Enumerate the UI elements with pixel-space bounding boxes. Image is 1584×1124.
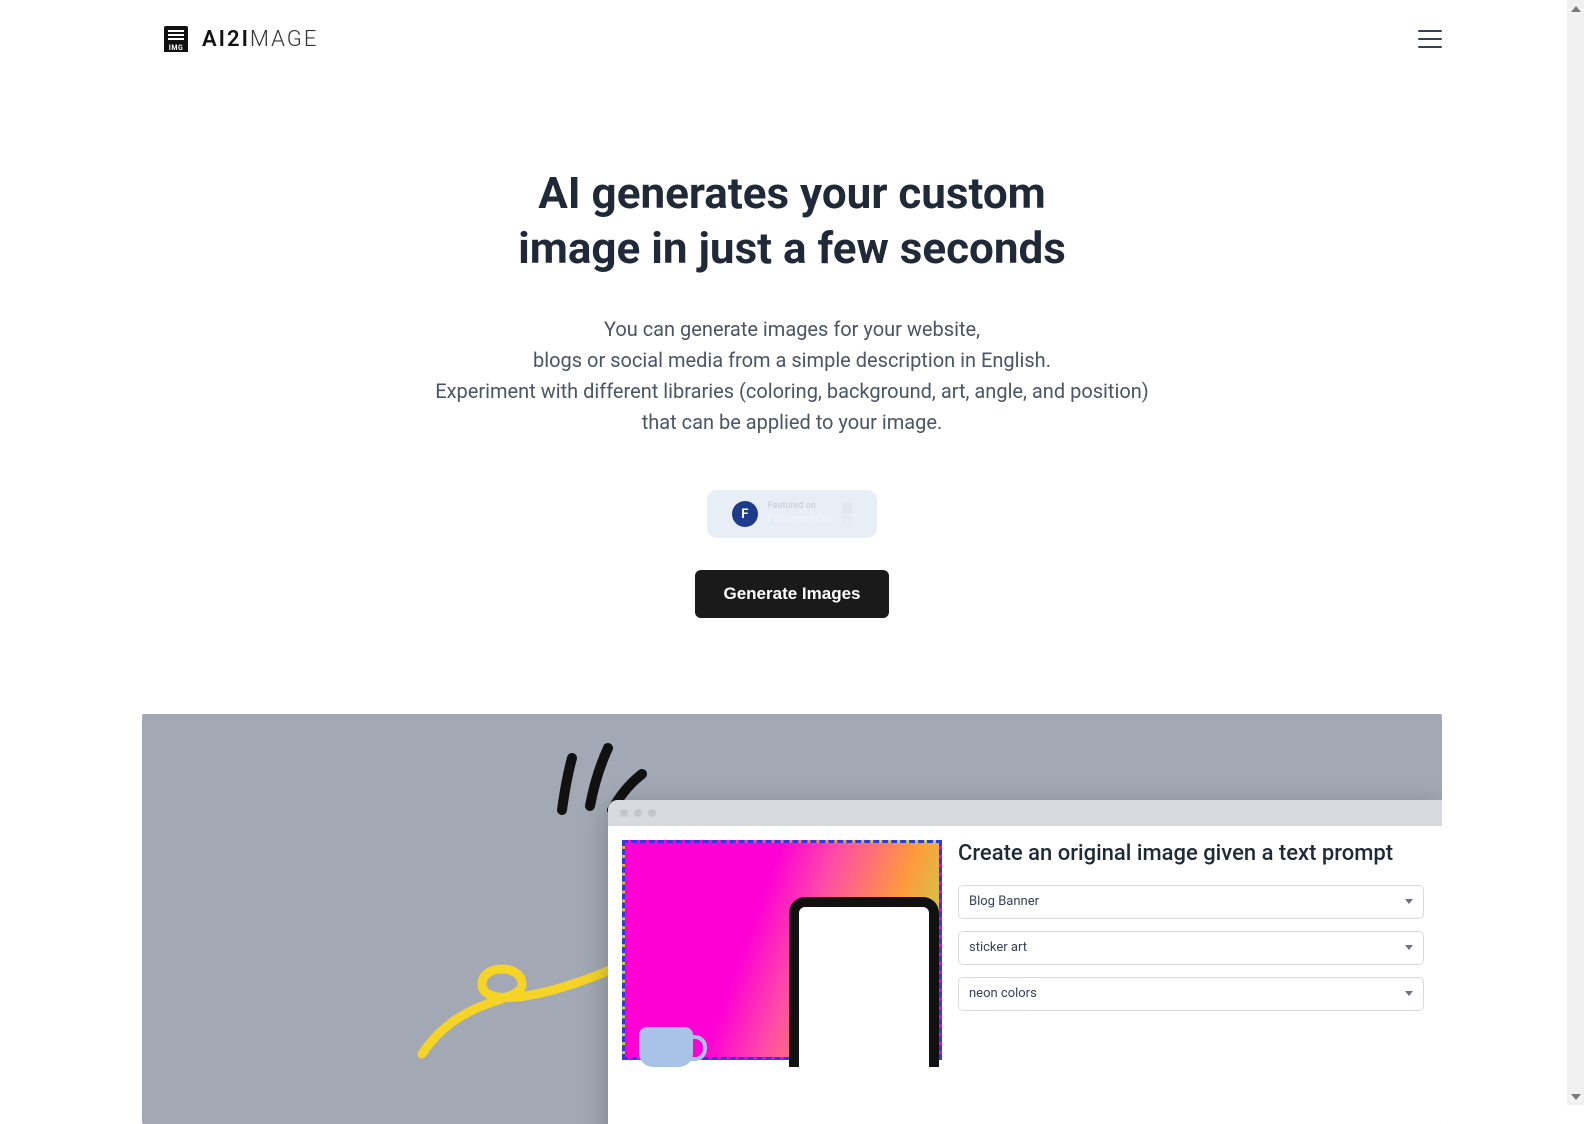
chevron-down-icon bbox=[1571, 1094, 1581, 1100]
site-header: AI2IMAGE bbox=[142, 0, 1442, 78]
menu-icon[interactable] bbox=[1418, 30, 1442, 48]
featured-badge[interactable]: F Featured on Futurepedia 71 bbox=[707, 490, 877, 538]
demo-panel-title: Create an original image given a text pr… bbox=[958, 840, 1424, 869]
generate-images-button[interactable]: Generate Images bbox=[695, 570, 888, 618]
badge-count-value: 71 bbox=[842, 516, 852, 526]
demo-select-value: sticker art bbox=[969, 940, 1027, 955]
hero-section: AI generates your custom image in just a… bbox=[142, 78, 1442, 618]
scroll-up-button[interactable] bbox=[1567, 0, 1584, 17]
image-preview bbox=[622, 840, 942, 1060]
window-dot-icon bbox=[648, 809, 656, 817]
window-dot-icon bbox=[634, 809, 642, 817]
chevron-down-icon bbox=[1405, 899, 1413, 904]
window-titlebar bbox=[608, 800, 1442, 826]
hero-sub-line2: blogs or social media from a simple desc… bbox=[533, 348, 1051, 372]
hero-title-line2: image in just a few seconds bbox=[518, 222, 1066, 274]
chevron-down-icon bbox=[1405, 945, 1413, 950]
brand-logo[interactable]: AI2IMAGE bbox=[164, 26, 318, 52]
demo-select-type[interactable]: Blog Banner bbox=[958, 885, 1424, 919]
brand-name: AI2IMAGE bbox=[202, 27, 318, 52]
badge-logo-icon: F bbox=[732, 501, 758, 527]
hero-sub-line1: You can generate images for your website… bbox=[604, 317, 980, 341]
hero-title-line1: AI generates your custom bbox=[538, 167, 1046, 219]
scrollbar[interactable] bbox=[1567, 0, 1584, 1105]
bookmark-icon bbox=[842, 502, 852, 514]
demo-panel: Create an original image given a text pr… bbox=[958, 840, 1430, 1060]
brand-name-bold: AI2I bbox=[202, 27, 250, 52]
chevron-down-icon bbox=[1405, 991, 1413, 996]
demo-select-style[interactable]: sticker art bbox=[958, 931, 1424, 965]
showcase-section: Create an original image given a text pr… bbox=[142, 714, 1442, 1124]
chevron-up-icon bbox=[1571, 6, 1581, 12]
brand-icon bbox=[164, 26, 188, 52]
window-dot-icon bbox=[620, 809, 628, 817]
badge-text: Featured on Futurepedia bbox=[768, 502, 832, 525]
hero-sub-line4: that can be applied to your image. bbox=[642, 410, 943, 434]
hero-title: AI generates your custom image in just a… bbox=[142, 166, 1442, 276]
brand-name-light: MAGE bbox=[250, 27, 318, 52]
scroll-down-button[interactable] bbox=[1567, 1088, 1584, 1105]
badge-count: 71 bbox=[842, 502, 852, 526]
demo-window: Create an original image given a text pr… bbox=[608, 800, 1442, 1124]
hero-sub-line3: Experiment with different libraries (col… bbox=[435, 379, 1149, 403]
badge-name: Futurepedia bbox=[768, 512, 832, 525]
demo-select-color[interactable]: neon colors bbox=[958, 977, 1424, 1011]
mug-graphic-icon bbox=[639, 1027, 693, 1067]
demo-select-value: Blog Banner bbox=[969, 894, 1039, 909]
demo-select-value: neon colors bbox=[969, 986, 1037, 1001]
tablet-graphic-icon bbox=[789, 897, 939, 1067]
hero-subtitle: You can generate images for your website… bbox=[142, 314, 1442, 438]
